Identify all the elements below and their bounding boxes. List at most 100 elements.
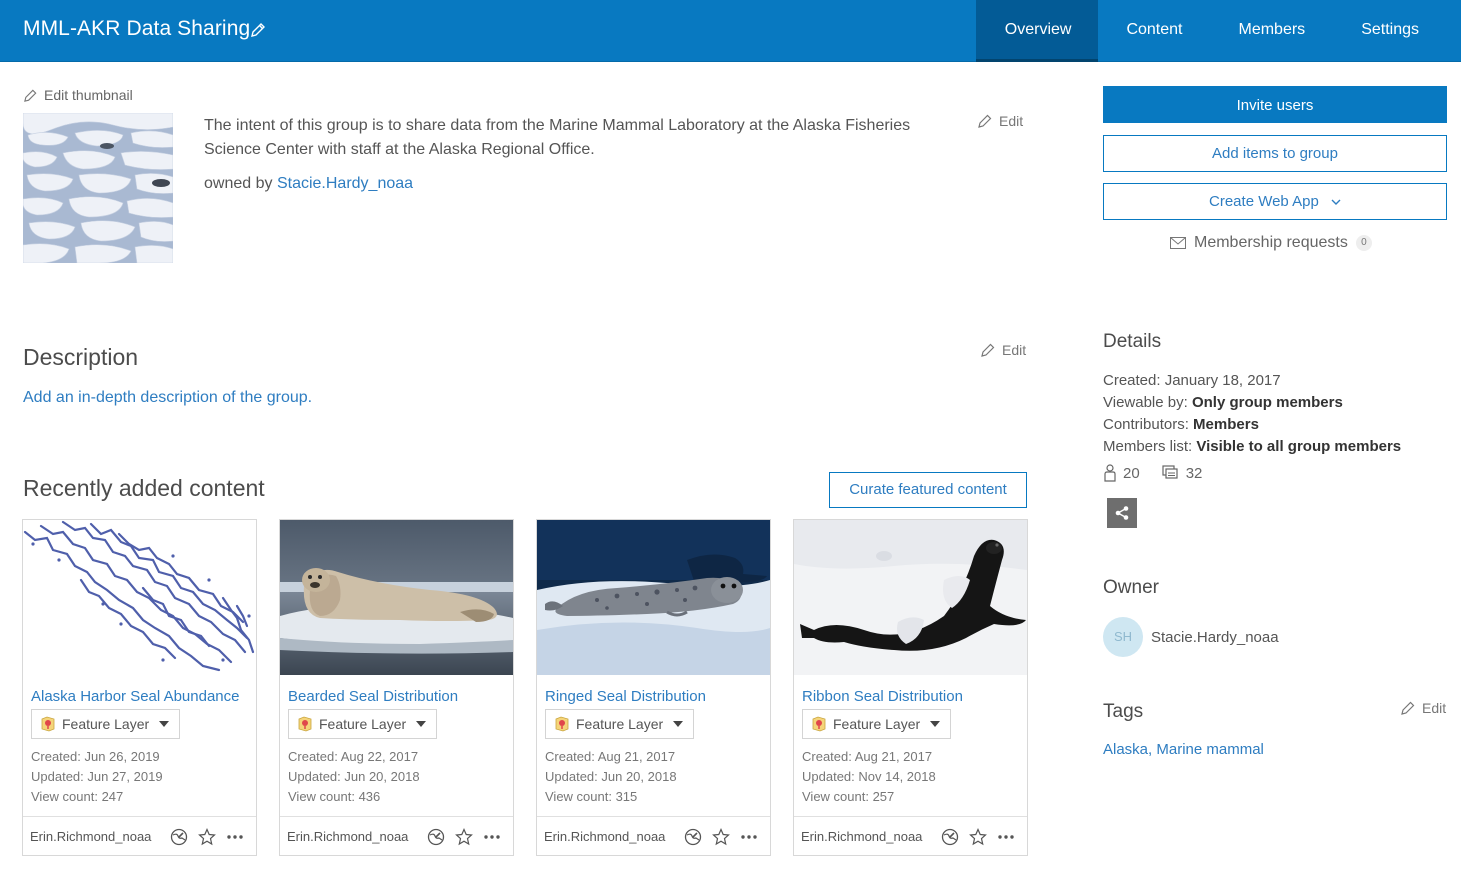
group-title: MML-AKR Data Sharing bbox=[23, 17, 251, 40]
owner-link[interactable]: Stacie.Hardy_noaa bbox=[277, 175, 413, 192]
membership-count-badge: 0 bbox=[1355, 235, 1372, 251]
favorite-star-icon[interactable] bbox=[707, 827, 735, 846]
card-owner: Erin.Richmond_noaa bbox=[287, 829, 409, 844]
edit-thumbnail-link[interactable]: Edit thumbnail bbox=[23, 87, 133, 103]
members-list-label: Members list: bbox=[1103, 438, 1193, 455]
member-count: 20 bbox=[1123, 464, 1140, 482]
tab-overview[interactable]: Overview bbox=[975, 0, 1099, 62]
card-thumbnail-ringed-seal[interactable] bbox=[537, 520, 770, 675]
pencil-icon bbox=[978, 114, 992, 128]
create-web-app-button[interactable]: Create Web App bbox=[1103, 183, 1447, 220]
card-view-count: View count: 315 bbox=[545, 789, 638, 804]
share-icon bbox=[1115, 506, 1129, 520]
more-options-icon[interactable] bbox=[221, 834, 249, 840]
more-options-icon[interactable] bbox=[478, 834, 506, 840]
members-icon bbox=[1104, 464, 1116, 482]
more-options-icon[interactable] bbox=[735, 834, 763, 840]
shared-globe-icon[interactable] bbox=[679, 828, 707, 846]
invite-users-button[interactable]: Invite users bbox=[1103, 86, 1447, 123]
shared-globe-icon[interactable] bbox=[936, 828, 964, 846]
membership-requests-link[interactable]: Membership requests 0 bbox=[1170, 234, 1372, 252]
owner-heading: Owner bbox=[1103, 577, 1159, 598]
edit-description-link[interactable]: Edit bbox=[980, 342, 1026, 358]
pencil-icon bbox=[981, 343, 995, 357]
share-button[interactable] bbox=[1107, 498, 1137, 528]
card-footer: Erin.Richmond_noaa bbox=[794, 816, 1027, 856]
owner-row[interactable]: SH Stacie.Hardy_noaa bbox=[1103, 617, 1279, 657]
card-updated: Updated: Jun 20, 2018 bbox=[545, 769, 677, 784]
feature-layer-icon bbox=[298, 716, 312, 732]
details-heading: Details bbox=[1103, 331, 1162, 352]
item-type-dropdown[interactable]: Feature Layer bbox=[545, 709, 695, 739]
more-options-icon[interactable] bbox=[992, 834, 1020, 840]
add-items-button[interactable]: Add items to group bbox=[1103, 135, 1447, 172]
card-updated: Updated: Jun 27, 2019 bbox=[31, 769, 163, 784]
contributors-value: Members bbox=[1193, 416, 1259, 433]
caret-down-icon bbox=[930, 721, 941, 727]
content-card: Ribbon Seal Distribution Feature Layer C… bbox=[793, 519, 1028, 856]
tab-content[interactable]: Content bbox=[1098, 0, 1210, 62]
edit-label: Edit bbox=[999, 113, 1024, 129]
curate-featured-button[interactable]: Curate featured content bbox=[829, 472, 1027, 508]
card-meta: Created: Jun 26, 2019 Updated: Jun 27, 2… bbox=[31, 747, 163, 807]
tag-link[interactable]: Alaska bbox=[1103, 741, 1148, 758]
create-web-app-label: Create Web App bbox=[1209, 193, 1319, 210]
details-contributors: Contributors: Members bbox=[1103, 414, 1401, 436]
item-type-dropdown[interactable]: Feature Layer bbox=[288, 709, 438, 739]
description-heading: Description bbox=[23, 344, 139, 370]
card-updated: Updated: Nov 14, 2018 bbox=[802, 769, 936, 784]
group-counts: 20 32 bbox=[1103, 464, 1202, 482]
favorite-star-icon[interactable] bbox=[964, 827, 992, 846]
edit-title-pencil-icon[interactable] bbox=[249, 21, 267, 39]
card-title[interactable]: Bearded Seal Distribution bbox=[288, 688, 506, 705]
tab-members[interactable]: Members bbox=[1211, 0, 1334, 62]
card-owner: Erin.Richmond_noaa bbox=[801, 829, 923, 844]
membership-requests-label: Membership requests bbox=[1194, 234, 1348, 251]
content-card: Bearded Seal Distribution Feature Layer … bbox=[279, 519, 514, 856]
tags-heading: Tags bbox=[1103, 701, 1144, 722]
card-created: Created: Aug 21, 2017 bbox=[802, 749, 933, 764]
pencil-icon bbox=[1401, 701, 1415, 715]
card-title[interactable]: Alaska Harbor Seal Abundance bbox=[31, 688, 249, 705]
card-meta: Created: Aug 21, 2017 Updated: Nov 14, 2… bbox=[802, 747, 936, 807]
card-view-count: View count: 257 bbox=[802, 789, 895, 804]
recent-content-heading: Recently added content bbox=[23, 475, 265, 501]
caret-down-icon bbox=[673, 721, 684, 727]
item-type-dropdown[interactable]: Feature Layer bbox=[802, 709, 952, 739]
card-thumbnail-map[interactable] bbox=[23, 520, 256, 675]
edit-summary-link[interactable]: Edit bbox=[977, 113, 1023, 129]
tag-list: Alaska, Marine mammal bbox=[1103, 741, 1264, 758]
card-title[interactable]: Ribbon Seal Distribution bbox=[802, 688, 1020, 705]
owner-name: Stacie.Hardy_noaa bbox=[1151, 628, 1279, 646]
favorite-star-icon[interactable] bbox=[450, 827, 478, 846]
group-thumbnail bbox=[23, 113, 173, 263]
card-meta: Created: Aug 22, 2017 Updated: Jun 20, 2… bbox=[288, 747, 420, 807]
add-description-link[interactable]: Add an in-depth description of the group… bbox=[23, 389, 312, 407]
items-icon bbox=[1162, 465, 1178, 479]
card-view-count: View count: 247 bbox=[31, 789, 124, 804]
favorite-star-icon[interactable] bbox=[193, 827, 221, 846]
group-header: MML-AKR Data Sharing Overview Content Me… bbox=[0, 0, 1461, 62]
card-created: Created: Jun 26, 2019 bbox=[31, 749, 160, 764]
item-type-label: Feature Layer bbox=[576, 716, 664, 732]
edit-tags-link[interactable]: Edit bbox=[1400, 700, 1446, 716]
details-viewable: Viewable by: Only group members bbox=[1103, 392, 1401, 414]
card-footer: Erin.Richmond_noaa bbox=[537, 816, 770, 856]
avatar: SH bbox=[1103, 617, 1143, 657]
card-thumbnail-ribbon-seal[interactable] bbox=[794, 520, 1027, 675]
details-created: Created: January 18, 2017 bbox=[1103, 372, 1281, 389]
card-updated: Updated: Jun 20, 2018 bbox=[288, 769, 420, 784]
tag-link[interactable]: Marine mammal bbox=[1156, 741, 1264, 758]
pencil-icon bbox=[24, 89, 37, 102]
shared-globe-icon[interactable] bbox=[422, 828, 450, 846]
group-summary: The intent of this group is to share dat… bbox=[204, 117, 911, 158]
feature-layer-icon bbox=[41, 716, 55, 732]
item-type-dropdown[interactable]: Feature Layer bbox=[31, 709, 181, 739]
shared-globe-icon[interactable] bbox=[165, 828, 193, 846]
card-meta: Created: Aug 21, 2017 Updated: Jun 20, 2… bbox=[545, 747, 677, 807]
card-title[interactable]: Ringed Seal Distribution bbox=[545, 688, 763, 705]
card-thumbnail-bearded-seal[interactable] bbox=[280, 520, 513, 675]
tab-settings[interactable]: Settings bbox=[1333, 0, 1461, 62]
card-footer: Erin.Richmond_noaa bbox=[280, 816, 513, 856]
content-card: Alaska Harbor Seal Abundance Feature Lay… bbox=[22, 519, 257, 856]
